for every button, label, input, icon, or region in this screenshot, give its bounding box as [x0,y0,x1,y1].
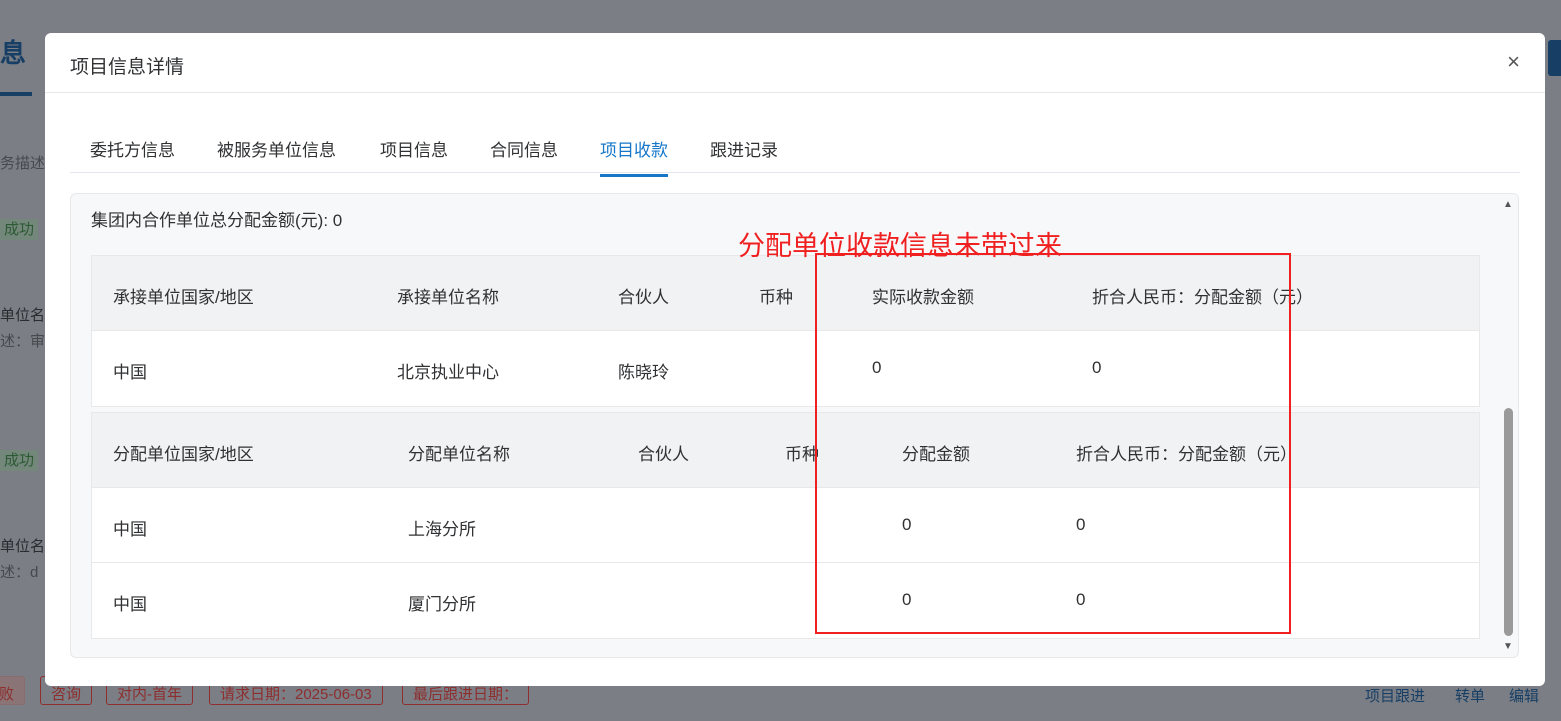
table-cell: 北京执业中心 [397,363,499,382]
bg-title: 息 [0,38,27,68]
column-header: 币种 [759,288,793,307]
column-header: 币种 [785,445,819,464]
tab-project-info[interactable]: 项目信息 [380,136,448,174]
dialog-title: 项目信息详情 [70,57,185,78]
bg-unit: 单位名 [0,538,46,555]
dialog-header: 项目信息详情 × [45,33,1545,93]
column-header: 分配单位国家/地区 [113,445,254,464]
bg-status: 成功 [0,219,39,240]
scroll-down-arrow-icon[interactable]: ▼ [1503,641,1513,652]
bg-button [1548,40,1561,76]
bg-unit: 单位名 [0,307,46,324]
table-cell: 陈晓玲 [618,363,669,382]
annotation-text: 分配单位收款信息未带过来 [738,231,1062,262]
tab-served-unit-info[interactable]: 被服务单位信息 [217,136,336,174]
column-header: 承接单位名称 [397,288,499,307]
total-allocation-label: 集团内合作单位总分配金额(元): 0 [91,211,343,230]
bg-tab-underline [0,92,32,96]
bg-desc: 务描述 [0,155,46,172]
tab-client-info[interactable]: 委托方信息 [90,136,175,174]
bg-desc: 述：审 [0,333,46,350]
annotation-highlight-box [815,253,1291,634]
scrollbar-thumb[interactable] [1504,408,1513,636]
column-header: 承接单位国家/地区 [113,288,254,307]
scrollbar[interactable]: ▲ ▼ [1501,194,1515,657]
bg-edit-link[interactable]: 编辑 [1509,688,1539,705]
table-cell: 中国 [113,520,147,539]
table-cell: 中国 [113,363,147,382]
column-header: 合伙人 [638,445,689,464]
tab-follow-records[interactable]: 跟进记录 [710,136,778,174]
project-detail-dialog: 项目信息详情 × 委托方信息 被服务单位信息 项目信息 合同信息 项目收款 跟进… [45,33,1545,686]
column-header: 分配单位名称 [408,445,510,464]
tab-project-payment[interactable]: 项目收款 [600,136,668,177]
bg-tag: 败 [0,676,26,705]
table-cell: 上海分所 [408,520,476,539]
bg-transfer-link[interactable]: 转单 [1455,688,1485,705]
bg-desc: 述：d [0,564,39,581]
column-header: 合伙人 [618,288,669,307]
close-icon[interactable]: × [1507,49,1520,75]
table-cell: 厦门分所 [408,595,476,614]
bg-follow-link[interactable]: 项目跟进 [1365,688,1425,705]
table-cell: 中国 [113,595,147,614]
tab-bar: 委托方信息 被服务单位信息 项目信息 合同信息 项目收款 跟进记录 [70,125,1520,177]
bg-status: 成功 [0,450,39,471]
scroll-up-arrow-icon[interactable]: ▲ [1503,199,1513,210]
tab-contract-info[interactable]: 合同信息 [490,136,558,174]
